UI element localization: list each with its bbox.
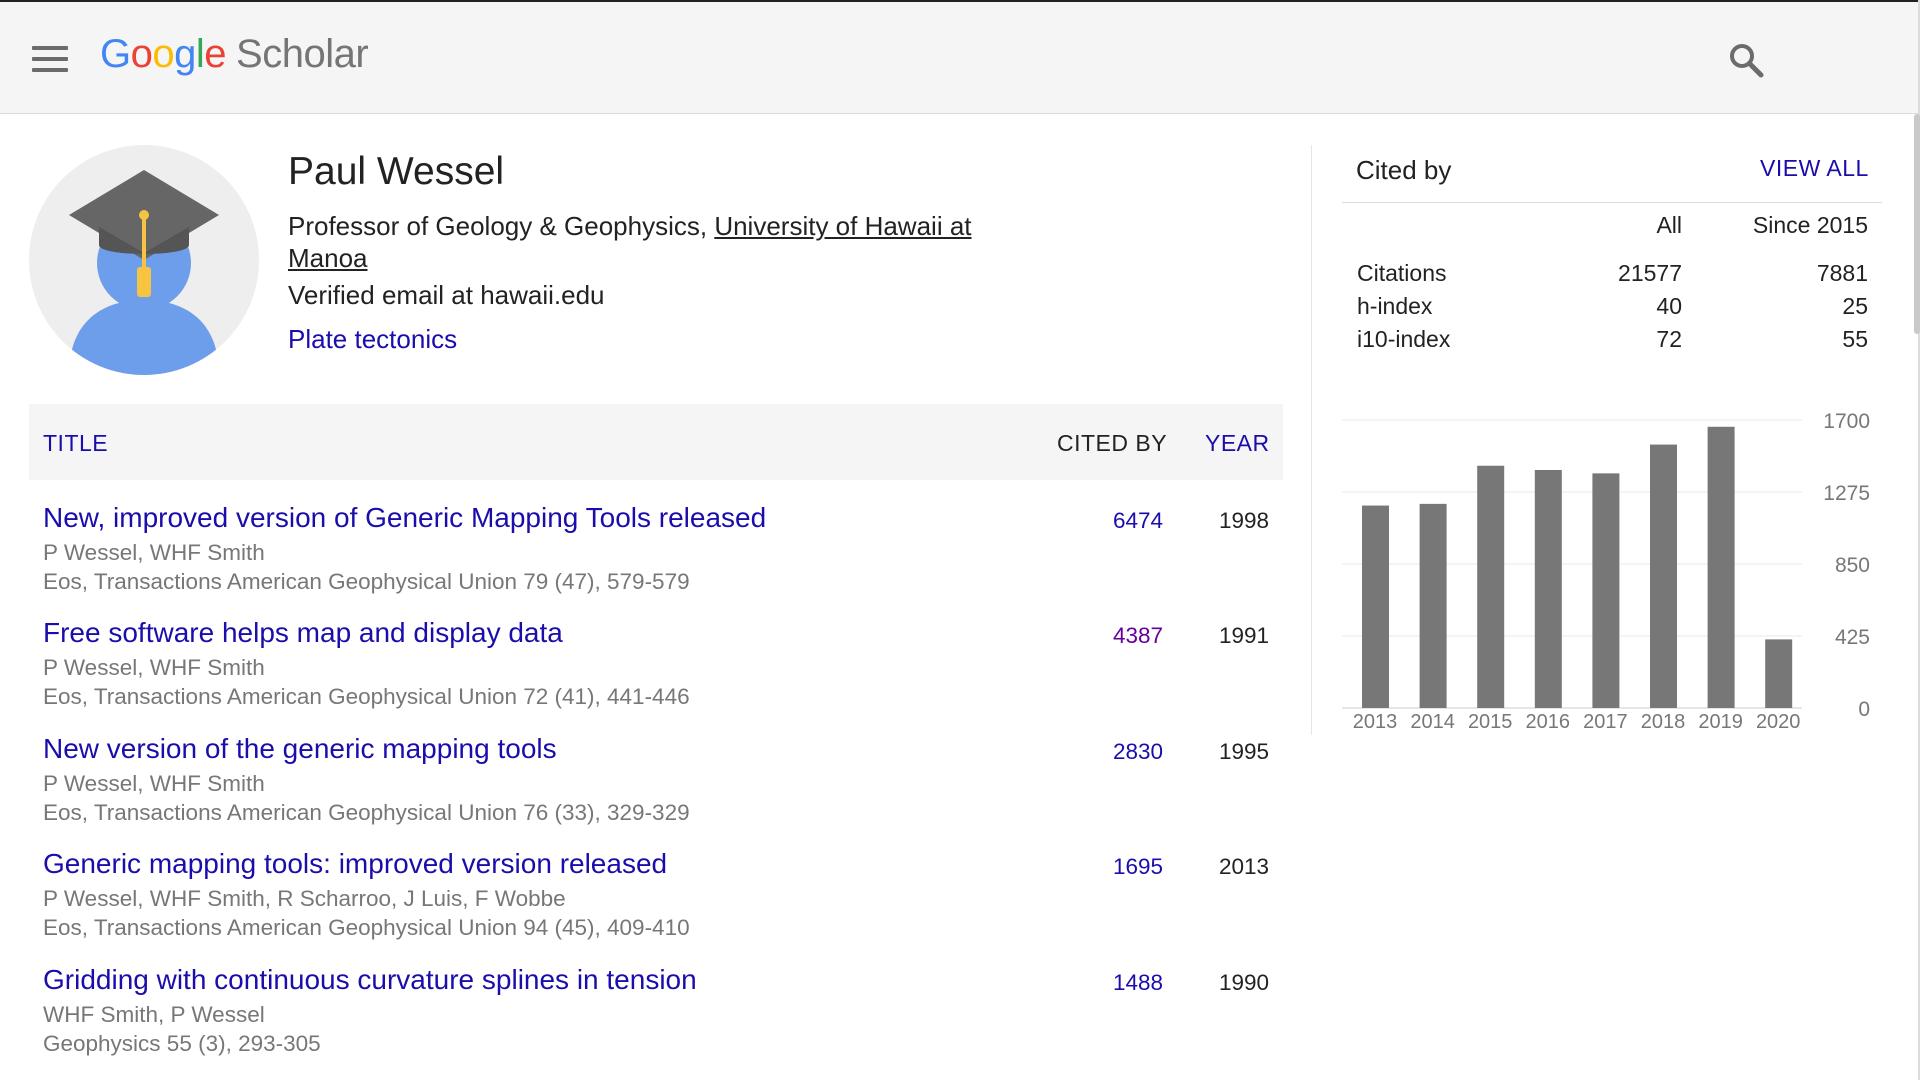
graduate-avatar-icon <box>69 170 219 375</box>
article-title-link[interactable]: New, improved version of Generic Mapping… <box>43 502 766 534</box>
search-icon[interactable] <box>1726 40 1766 80</box>
divider <box>1342 202 1882 203</box>
cited-by-column: CITED BY <box>1057 430 1168 456</box>
article-title-link[interactable]: Free software helps map and display data <box>43 617 563 649</box>
stats-row: Citations 21577 7881 <box>1342 260 1882 293</box>
cited-by-count[interactable]: 1695 <box>1113 854 1163 880</box>
article-authors: P Wessel, WHF Smith <box>43 655 265 680</box>
sort-by-title[interactable]: TITLE <box>43 430 108 457</box>
bar-2020[interactable] <box>1765 639 1793 708</box>
bar-2016[interactable] <box>1534 469 1562 708</box>
cited-by-count[interactable]: 1488 <box>1113 970 1163 996</box>
stat-all: 21577 <box>1618 260 1682 286</box>
x-tick-label: 2018 <box>1641 711 1686 733</box>
x-tick-label: 2014 <box>1410 711 1455 733</box>
cited-by-count[interactable]: 6474 <box>1113 508 1163 534</box>
y-tick-label: 0 <box>1858 698 1870 721</box>
bar-2013[interactable] <box>1362 505 1389 708</box>
stat-all: 40 <box>1656 293 1682 319</box>
interest-link[interactable]: Plate tectonics <box>288 324 457 355</box>
table-row: Generic mapping tools: improved version … <box>43 848 1269 958</box>
x-tick-label: 2017 <box>1583 711 1628 733</box>
stat-since: 7881 <box>1816 260 1868 286</box>
y-tick-label: 425 <box>1835 626 1870 649</box>
stats-row: h-index 40 25 <box>1342 293 1882 326</box>
article-title-link[interactable]: New version of the generic mapping tools <box>43 733 557 765</box>
bar-2014[interactable] <box>1419 503 1447 708</box>
article-year: 1991 <box>1218 623 1269 648</box>
article-venue: Geophysics 55 (3), 293-305 <box>43 1031 321 1056</box>
bar-2015[interactable] <box>1477 465 1505 708</box>
avatar <box>29 145 259 375</box>
article-authors: P Wessel, WHF Smith, R Scharroo, J Luis,… <box>43 886 566 911</box>
sort-by-year[interactable]: YEAR <box>1205 430 1270 457</box>
article-authors: P Wessel, WHF Smith <box>43 771 265 796</box>
article-venue: Eos, Transactions American Geophysical U… <box>43 915 690 940</box>
google-scholar-logo[interactable]: Google Scholar <box>100 32 369 77</box>
x-tick-label: 2015 <box>1468 711 1513 733</box>
article-authors: P Wessel, WHF Smith <box>43 540 265 565</box>
y-tick-label: 1275 <box>1823 482 1870 505</box>
article-venue: Eos, Transactions American Geophysical U… <box>43 684 690 709</box>
table-row: New version of the generic mapping tools… <box>43 733 1269 843</box>
bar-2017[interactable] <box>1592 473 1620 708</box>
x-tick-label: 2019 <box>1698 711 1743 733</box>
citations-per-year-chart: 0 425 850 1275 1700 2013 2014 2015 2016 2017 2018 2… <box>1342 410 1870 733</box>
article-venue: Eos, Transactions American Geophysical U… <box>43 569 690 594</box>
x-tick-label: 2016 <box>1526 711 1571 733</box>
stat-label[interactable]: h-index <box>1357 293 1432 320</box>
article-title-link[interactable]: Generic mapping tools: improved version … <box>43 848 667 880</box>
stats-header-row: All Since 2015 <box>1342 212 1882 245</box>
table-row: Free software helps map and display data… <box>43 617 1269 727</box>
bar-2018[interactable] <box>1650 444 1677 708</box>
menu-icon[interactable] <box>32 46 68 72</box>
profile-email: Verified email at hawaii.edu <box>288 280 605 310</box>
profile-affiliation: Professor of Geology & Geophysics, Unive… <box>288 211 972 273</box>
stat-since: 55 <box>1842 326 1868 352</box>
article-year: 1990 <box>1218 970 1269 995</box>
stat-label[interactable]: Citations <box>1357 260 1446 287</box>
column-divider <box>1311 145 1312 735</box>
stat-all: 72 <box>1656 326 1682 352</box>
article-year: 2013 <box>1218 854 1269 879</box>
article-authors: WHF Smith, P Wessel <box>43 1002 265 1027</box>
article-year: 1995 <box>1218 739 1269 764</box>
table-row: New, improved version of Generic Mapping… <box>43 502 1269 612</box>
x-tick-label: 2020 <box>1756 711 1801 733</box>
stat-label[interactable]: i10-index <box>1357 326 1450 353</box>
top-bar: Google Scholar <box>0 0 1920 114</box>
article-title-link[interactable]: Gridding with continuous curvature splin… <box>43 964 697 996</box>
bar-2019[interactable] <box>1707 426 1735 708</box>
x-tick-label: 2013 <box>1353 711 1398 733</box>
cited-by-count[interactable]: 4387 <box>1113 623 1163 649</box>
view-all-button[interactable]: VIEW ALL <box>1760 155 1869 182</box>
cited-by-title: Cited by <box>1356 155 1452 185</box>
article-venue: Eos, Transactions American Geophysical U… <box>43 800 690 825</box>
stat-since: 25 <box>1842 293 1868 319</box>
y-tick-label: 1700 <box>1823 410 1870 433</box>
stats-row: i10-index 72 55 <box>1342 326 1882 359</box>
table-row: Gridding with continuous curvature splin… <box>43 964 1269 1074</box>
profile-name: Paul Wessel <box>288 150 505 193</box>
col-since-header: Since 2015 <box>1752 212 1868 238</box>
articles-table-header: TITLE CITED BY YEAR <box>29 404 1283 480</box>
y-tick-label: 850 <box>1835 554 1870 577</box>
col-all-header: All <box>1656 212 1682 238</box>
article-year: 1998 <box>1218 508 1269 533</box>
scrollbar[interactable] <box>1914 114 1920 334</box>
cited-by-count[interactable]: 2830 <box>1113 739 1163 765</box>
